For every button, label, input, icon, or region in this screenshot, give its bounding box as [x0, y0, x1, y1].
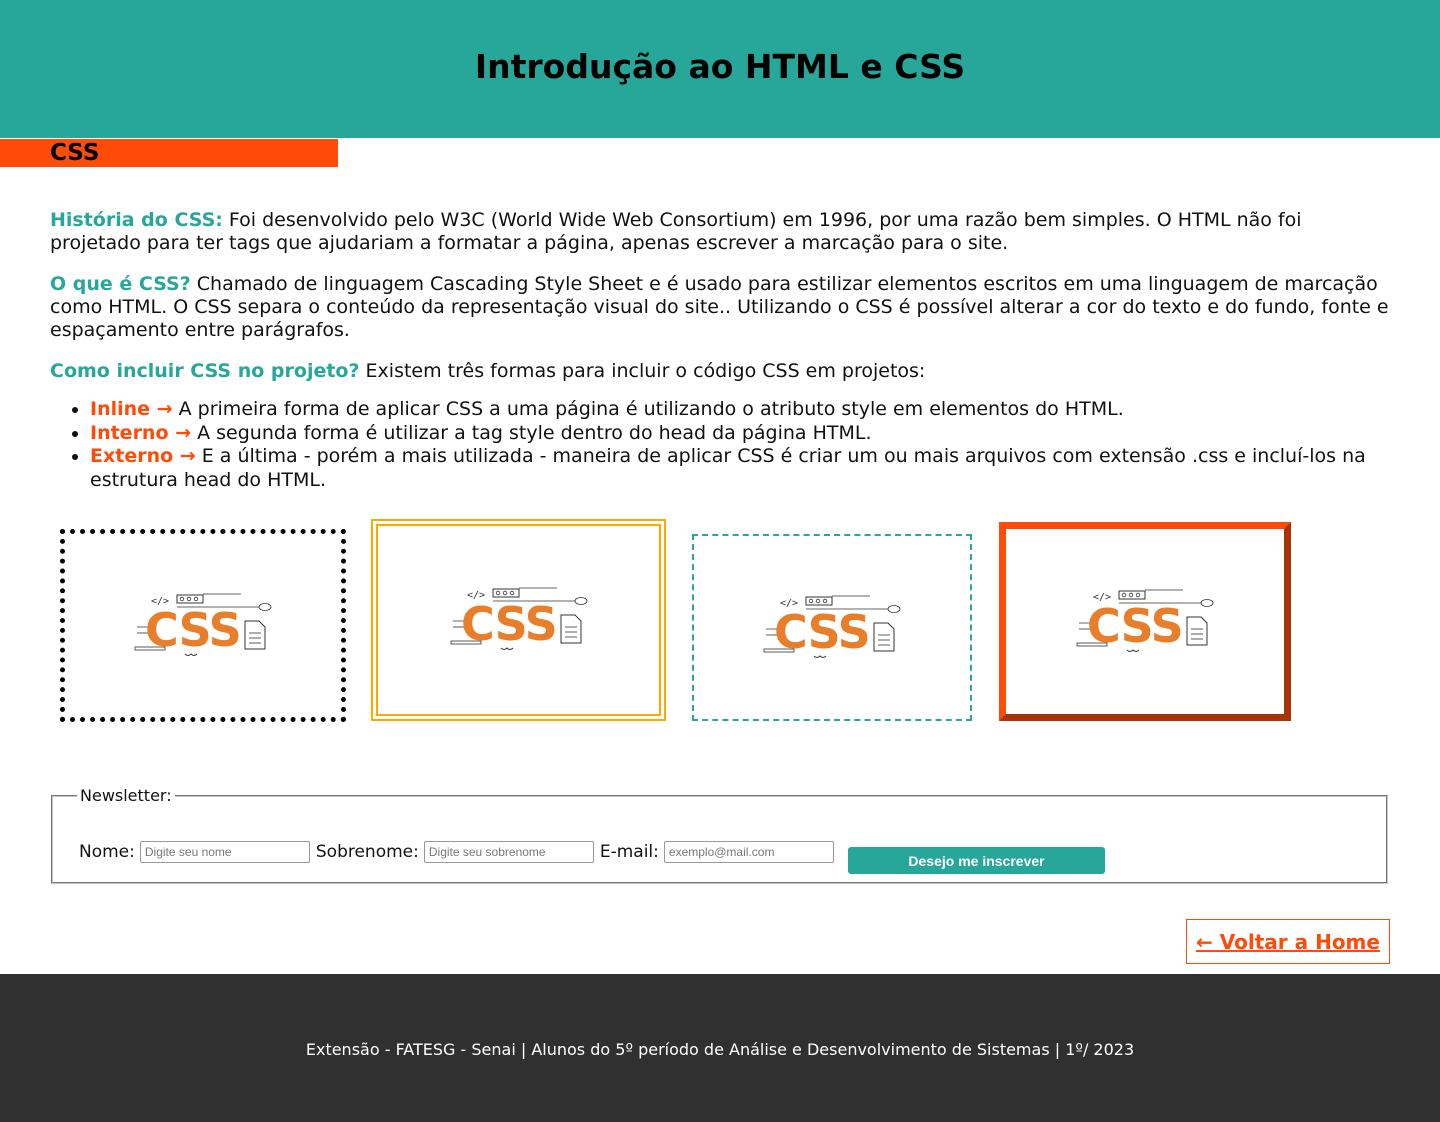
subscribe-button[interactable]: Desejo me inscrever	[848, 847, 1105, 874]
css-image-double-border: </> CSS	[371, 519, 666, 721]
newsletter-form: Newsletter: Nome: Sobrenome: E-mail: Des…	[51, 786, 1388, 884]
nome-input[interactable]	[139, 841, 310, 863]
css-image-outset-border: </> CSS	[999, 522, 1291, 721]
oque-text: Chamado de linguagem Cascading Style She…	[50, 273, 1389, 341]
page-title: Introdução ao HTML e CSS	[474, 46, 966, 86]
main-content: História do CSS: Foi desenvolvido pelo W…	[50, 209, 1390, 492]
css-logo-icon: </>CSS	[1076, 589, 1214, 653]
back-home-link[interactable]: ← Voltar a Home	[1186, 919, 1390, 964]
css-logo-icon: </>CSS	[763, 595, 901, 659]
list-item: Externo → E a última - porém a mais util…	[90, 445, 1390, 492]
list-item: Interno → A segunda forma é utilizar a t…	[90, 422, 1390, 446]
css-logo-word: CSS	[145, 603, 241, 657]
externo-text: E a última - porém a mais utilizada - ma…	[90, 445, 1366, 491]
nome-label: Nome:	[79, 842, 135, 862]
section-tab: CSS	[0, 139, 338, 167]
email-label: E-mail:	[599, 842, 659, 862]
newsletter-legend: Newsletter:	[80, 786, 172, 805]
css-logo-word: CSS	[461, 597, 557, 651]
historia-heading: História do CSS:	[50, 209, 223, 231]
oque-heading: O que é CSS?	[50, 273, 191, 295]
css-methods-list: Inline → A primeira forma de aplicar CSS…	[50, 398, 1390, 492]
como-heading: Como incluir CSS no projeto?	[50, 360, 360, 382]
css-logo-word: CSS	[1087, 599, 1183, 653]
css-image-dotted-border: </> CSS	[60, 529, 346, 722]
externo-label: Externo →	[90, 445, 196, 467]
page-header: Introdução ao HTML e CSS	[0, 0, 1440, 138]
css-logo-word: CSS	[774, 605, 870, 659]
email-input[interactable]	[663, 841, 834, 863]
newsletter-fields: Nome: Sobrenome: E-mail:	[79, 841, 840, 863]
section-tab-label: CSS	[50, 140, 100, 166]
sobrenome-input[interactable]	[423, 841, 594, 863]
paragraph-historia: História do CSS: Foi desenvolvido pelo W…	[50, 209, 1390, 255]
sobrenome-label: Sobrenome:	[315, 842, 419, 862]
paragraph-como: Como incluir CSS no projeto? Existem trê…	[50, 360, 1390, 383]
page-footer: Extensão - FATESG - Senai | Alunos do 5º…	[0, 974, 1440, 1122]
historia-text: Foi desenvolvido pelo W3C (World Wide We…	[50, 209, 1302, 254]
css-logo-icon: </>CSS	[134, 593, 272, 657]
footer-text: Extensão - FATESG - Senai | Alunos do 5º…	[305, 1039, 1135, 1059]
css-logo-icon: </>CSS	[450, 587, 587, 651]
list-item: Inline → A primeira forma de aplicar CSS…	[90, 398, 1390, 422]
interno-label: Interno →	[90, 421, 192, 444]
interno-text: A segunda forma é utilizar a tag style d…	[191, 421, 872, 444]
css-image-dashed-border: </> CSS	[692, 534, 972, 721]
paragraph-oque: O que é CSS? Chamado de linguagem Cascad…	[50, 273, 1390, 342]
inline-text: A primeira forma de aplicar CSS a uma pá…	[172, 398, 1124, 420]
como-text: Existem três formas para incluir o códig…	[359, 360, 926, 382]
inline-label: Inline →	[90, 398, 173, 420]
